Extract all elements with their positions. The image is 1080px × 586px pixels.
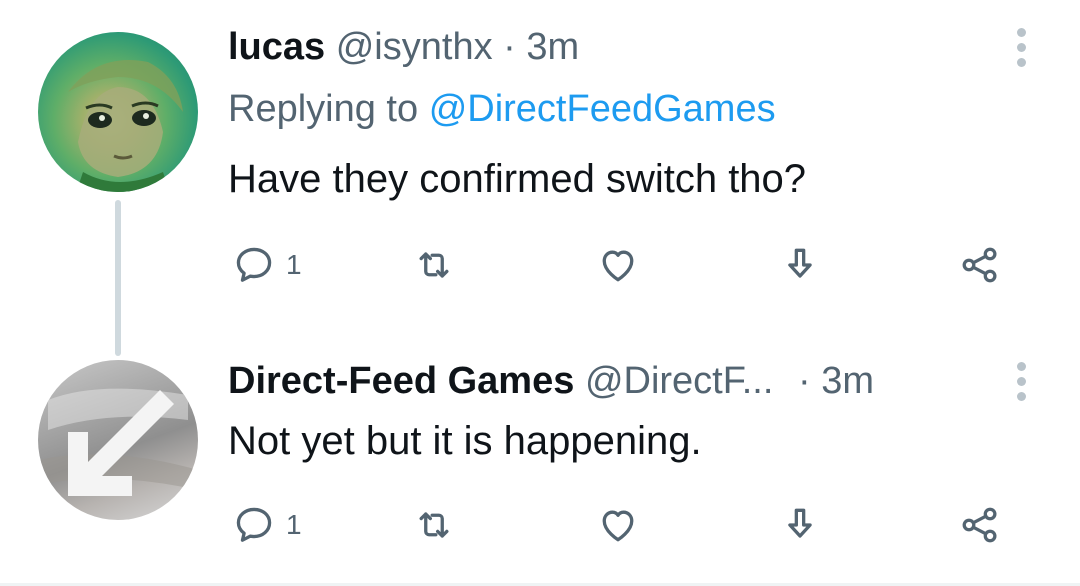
retweet-button[interactable]: [412, 240, 456, 290]
tweet-actions: 1: [228, 500, 1018, 550]
save-icon: [788, 508, 812, 538]
share-icon: [962, 507, 997, 543]
retweet-icon: [419, 252, 449, 278]
display-name[interactable]: Direct-Feed Games: [228, 360, 574, 402]
separator-dot: ·: [503, 26, 516, 68]
tweet-header: lucas @isynthx · 3m: [228, 24, 579, 70]
retweet-button[interactable]: [412, 500, 456, 550]
share-button[interactable]: [958, 500, 1002, 550]
arrow-logo-icon: [38, 388, 198, 496]
tweet-actions: 1: [228, 240, 1018, 290]
avatar[interactable]: [38, 32, 198, 192]
like-icon: [602, 250, 634, 282]
reply-icon: [236, 247, 272, 282]
tweet-text: Have they confirmed switch tho?: [228, 157, 807, 201]
reply-icon: [236, 507, 272, 542]
timestamp[interactable]: 3m: [821, 360, 874, 402]
like-button[interactable]: [596, 240, 640, 290]
reply-count: 1: [286, 249, 302, 280]
reply-context: Replying to @DirectFeedGames: [228, 86, 776, 132]
reply-prefix: Replying to: [228, 88, 419, 130]
like-button[interactable]: [596, 500, 640, 550]
save-button[interactable]: [778, 500, 822, 550]
share-button[interactable]: [958, 240, 1002, 290]
cartoon-face-icon: [68, 60, 183, 192]
more-icon[interactable]: [1014, 362, 1028, 407]
save-icon: [788, 248, 812, 278]
reply-button[interactable]: 1: [232, 240, 302, 290]
save-button[interactable]: [778, 240, 822, 290]
reply-button[interactable]: 1: [232, 500, 302, 550]
user-handle[interactable]: @isynthx: [336, 26, 493, 68]
more-icon[interactable]: [1014, 28, 1028, 73]
separator-dot: ·: [797, 360, 811, 402]
tweet-header: Direct-Feed Games @DirectF... · 3m: [228, 358, 874, 404]
tweet-text: Not yet but it is happening.: [228, 419, 702, 463]
share-icon: [962, 247, 997, 283]
reply-count: 1: [286, 509, 302, 540]
user-handle[interactable]: @DirectF...: [585, 360, 773, 402]
reply-mention-link[interactable]: @DirectFeedGames: [429, 88, 776, 130]
like-icon: [602, 510, 634, 542]
thread-connector: [115, 200, 121, 356]
display-name[interactable]: lucas: [228, 26, 325, 68]
avatar[interactable]: [38, 360, 198, 520]
tweet-lucas[interactable]: lucas @isynthx · 3m Replying to @DirectF…: [0, 0, 1080, 356]
retweet-icon: [419, 512, 449, 538]
timestamp[interactable]: 3m: [526, 26, 579, 68]
